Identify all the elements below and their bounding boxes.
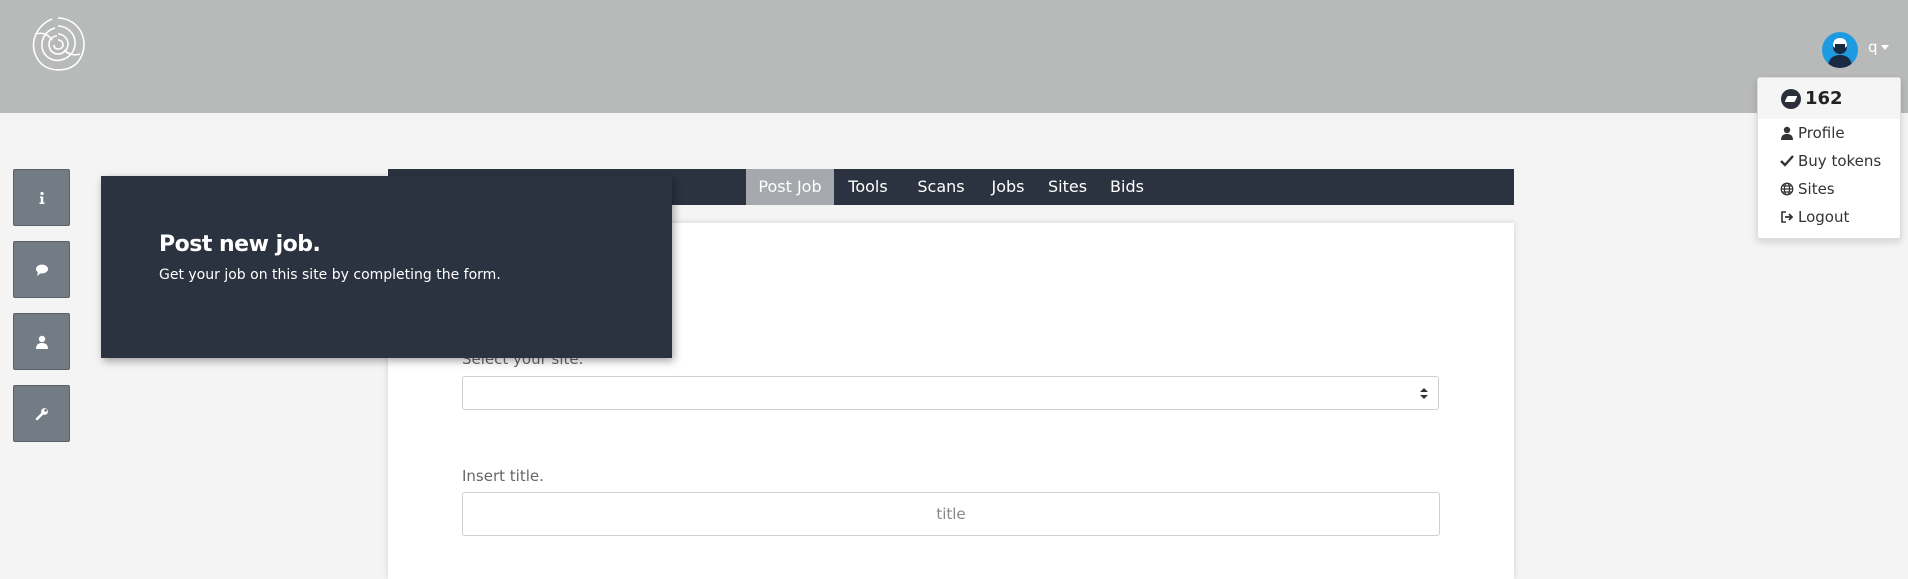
tab-bids[interactable]: Bids [1102, 169, 1152, 205]
sidebar-tools-button[interactable] [13, 385, 70, 442]
globe-icon [1780, 182, 1794, 196]
menu-item-logout[interactable]: Logout [1758, 203, 1900, 231]
wrench-icon [35, 407, 48, 420]
info-panel-text: Get your job on this site by completing … [159, 267, 501, 283]
tab-scans[interactable]: Scans [911, 169, 971, 205]
menu-item-label: Profile [1798, 124, 1845, 142]
username-label: q [1868, 38, 1878, 56]
menu-item-label: Sites [1798, 180, 1835, 198]
sidebar-comment-button[interactable] [13, 241, 70, 298]
comment-icon [35, 264, 48, 276]
logout-icon [1781, 211, 1794, 223]
token-icon [1781, 88, 1801, 109]
tab-tools[interactable]: Tools [843, 169, 893, 205]
menu-item-profile[interactable]: Profile [1758, 119, 1900, 147]
menu-item-buy-tokens[interactable]: Buy tokens [1758, 147, 1900, 175]
rose-logo-icon[interactable] [28, 14, 88, 74]
select-arrows-icon [1420, 388, 1428, 400]
caret-down-icon [1880, 45, 1889, 50]
top-header: q [0, 0, 1908, 113]
user-dropdown-menu: 162 Profile Buy tokens Sites Logout [1757, 77, 1901, 239]
post-job-info-panel: Post new job. Get your job on this site … [101, 176, 672, 358]
tab-jobs[interactable]: Jobs [984, 169, 1032, 205]
info-icon [39, 191, 44, 204]
title-input-label: Insert title. [462, 467, 544, 485]
site-select[interactable] [462, 376, 1439, 410]
sidebar-info-button[interactable] [13, 169, 70, 226]
sidebar-user-button[interactable] [13, 313, 70, 370]
menu-item-label: Logout [1798, 208, 1850, 226]
info-panel-title: Post new job. [159, 232, 321, 257]
user-icon [35, 335, 48, 349]
token-balance[interactable]: 162 [1758, 78, 1900, 119]
check-icon [1780, 155, 1794, 167]
tab-post-job[interactable]: Post Job [746, 169, 834, 205]
user-icon [1781, 126, 1793, 140]
tab-sites[interactable]: Sites [1042, 169, 1093, 205]
token-count: 162 [1805, 88, 1843, 109]
user-menu-toggle[interactable]: q [1868, 38, 1889, 56]
user-avatar-icon[interactable] [1822, 32, 1858, 68]
menu-item-label: Buy tokens [1798, 152, 1882, 170]
menu-item-sites[interactable]: Sites [1758, 175, 1900, 203]
title-input[interactable] [462, 492, 1440, 536]
